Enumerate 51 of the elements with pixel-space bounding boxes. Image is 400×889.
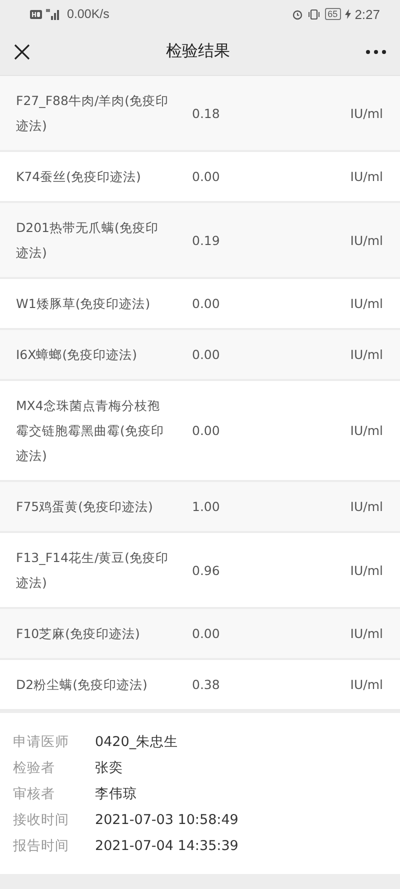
page-title: 检验结果 [166, 41, 230, 62]
test-unit: IU/ml [349, 168, 383, 186]
test-value: 0.00 [192, 422, 221, 440]
info-value: 2021-07-03 10:58:49 [95, 811, 238, 830]
test-name: D201热带无爪螨(免疫印迹法) [16, 219, 160, 262]
test-name: W1矮豚草(免疫印迹法) [16, 295, 152, 313]
info-label: 报告时间 [13, 837, 70, 856]
test-value: 0.19 [192, 232, 221, 250]
test-name: MX4念珠菌点青梅分枝孢霉交链胞霉黑曲霉(免疫印迹法) [16, 397, 165, 465]
test-value: 0.38 [192, 676, 221, 694]
test-value: 0.00 [192, 168, 221, 186]
test-name: F27_F88牛肉/羊肉(免疫印迹法) [16, 92, 170, 135]
test-unit: IU/ml [349, 422, 383, 440]
signal-icon [46, 8, 60, 20]
test-name: D2粉尘螨(免疫印迹法) [16, 676, 148, 694]
test-value: 1.00 [192, 498, 221, 516]
hd-icon [30, 10, 42, 18]
info-label: 申请医师 [13, 733, 70, 752]
test-value: 0.00 [192, 346, 221, 364]
battery-level: 65 [324, 8, 341, 20]
info-value: 0420_朱忠生 [95, 733, 178, 752]
info-label: 检验者 [13, 759, 56, 778]
test-name: I6X蟑螂(免疫印迹法) [16, 346, 138, 364]
test-value: 0.96 [192, 562, 221, 580]
test-unit: IU/ml [349, 232, 383, 250]
info-label: 审核者 [13, 785, 56, 804]
info-value: 张奕 [95, 759, 123, 778]
alarm-icon [292, 8, 303, 20]
test-unit: IU/ml [349, 104, 383, 122]
test-unit: IU/ml [349, 346, 383, 364]
info-value: 李伟琼 [95, 785, 137, 804]
more-icon [366, 50, 386, 54]
test-value: 0.00 [192, 295, 221, 313]
test-unit: IU/ml [349, 625, 383, 643]
close-icon [14, 44, 30, 60]
network-speed: 0.00K/s [67, 7, 110, 21]
test-name: F75鸡蛋黄(免疫印迹法) [16, 498, 154, 516]
test-unit: IU/ml [349, 498, 383, 516]
info-value: 2021-07-04 14:35:39 [95, 837, 238, 856]
test-unit: IU/ml [349, 676, 383, 694]
charging-icon [344, 9, 351, 19]
test-unit: IU/ml [349, 295, 383, 313]
info-label: 接收时间 [13, 811, 70, 830]
test-name: K74蚕丝(免疫印迹法) [16, 168, 142, 186]
test-value: 0.18 [192, 104, 221, 122]
test-value: 0.00 [192, 625, 221, 643]
test-unit: IU/ml [349, 562, 383, 580]
vibrate-icon [306, 8, 321, 20]
test-name: F10芝麻(免疫印迹法) [16, 625, 141, 643]
test-name: F13_F14花生/黄豆(免疫印迹法) [16, 549, 170, 592]
clock: 2:27 [354, 6, 380, 22]
